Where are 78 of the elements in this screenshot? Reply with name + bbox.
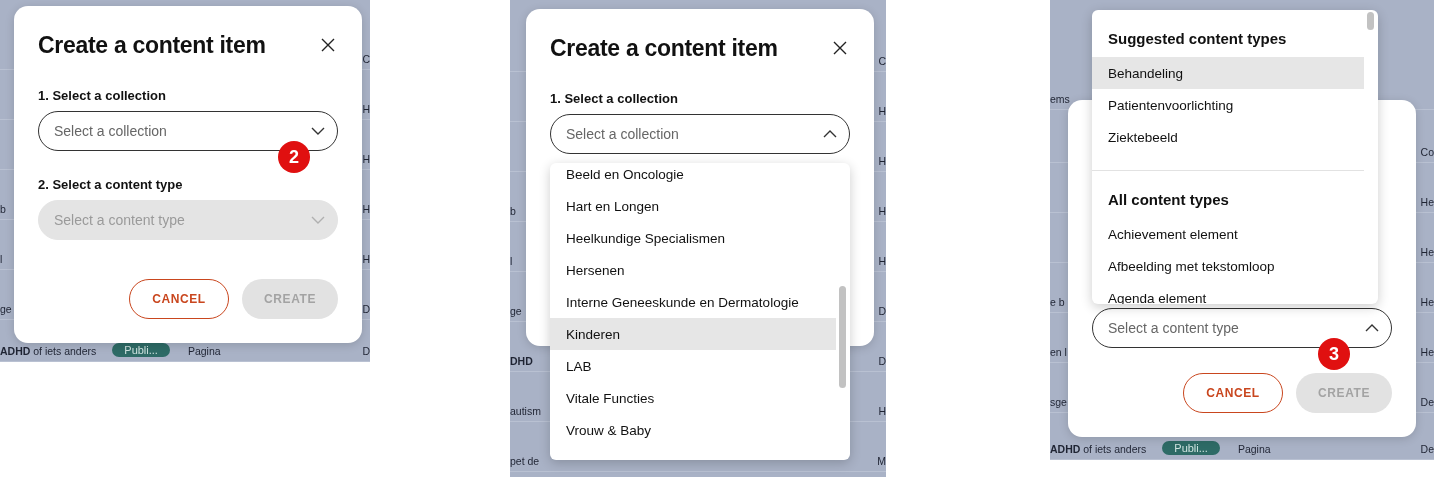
select-field[interactable]: Select a content type — [1092, 308, 1392, 348]
table-cell: He — [1420, 246, 1434, 258]
chevron-down-icon — [311, 127, 325, 135]
scrollbar-thumb[interactable] — [1367, 12, 1374, 30]
dropdown-option[interactable]: Patientenvoorlichting — [1092, 89, 1364, 121]
table-cell: D — [878, 305, 886, 317]
dropdown-option[interactable]: Hart en Longen — [550, 190, 836, 222]
table-cell: l — [510, 255, 513, 267]
chevron-down-icon — [311, 216, 325, 224]
field-label: 2. Select a content type — [38, 177, 184, 192]
table-cell: De — [1420, 443, 1434, 455]
dropdown-option[interactable]: LAB — [550, 350, 836, 382]
table-cell: ems — [1050, 93, 1070, 105]
table-cell: ge — [0, 303, 12, 315]
dropdown-option[interactable]: Hersenen — [550, 254, 836, 286]
dropdown-option[interactable]: Heelkundige Specialismen — [550, 222, 836, 254]
table-cell: C — [878, 55, 886, 67]
status-badge: Publi... — [1162, 441, 1220, 455]
table-cell: H — [878, 105, 886, 117]
table-cell: e b — [1050, 296, 1065, 308]
table-cell: D — [362, 303, 370, 315]
dialog-title: Create a content item — [38, 31, 266, 59]
table-cell: b — [510, 205, 516, 217]
step-badge: 3 — [1318, 338, 1350, 370]
table-cell: C — [362, 53, 370, 65]
table-cell: l — [0, 253, 3, 265]
table-cell: D — [878, 355, 886, 367]
dropdown-option[interactable]: Kinderen — [550, 318, 836, 350]
select-field[interactable]: Select a collection — [550, 114, 850, 154]
table-cell: autism — [510, 405, 541, 417]
dropdown-option[interactable]: Achievement element — [1092, 218, 1364, 250]
chevron-up-icon — [823, 130, 837, 138]
dropdown-option[interactable]: Beeld en Oncologie — [550, 163, 836, 190]
select-field[interactable]: Select a collection — [38, 111, 338, 151]
dropdown-option[interactable]: Behandeling — [1092, 57, 1364, 89]
close-icon — [321, 38, 335, 52]
table-cell: sge — [1050, 396, 1067, 408]
table-cell: H — [362, 103, 370, 115]
table-cell: M — [877, 455, 886, 467]
table-cell: H — [878, 255, 886, 267]
table-cell: He — [1420, 296, 1434, 308]
dropdown-option[interactable]: Ziektebeeld — [1092, 121, 1364, 153]
table-cell: ADHD of iets anders — [1050, 443, 1147, 455]
table-cell: en l — [1050, 346, 1067, 358]
scrollbar-thumb[interactable] — [839, 286, 846, 388]
table-cell: ADHD of iets anders — [0, 345, 97, 357]
dropdown-option[interactable]: Vitale Functies — [550, 382, 836, 414]
table-cell: He — [1420, 196, 1434, 208]
table-cell: Pagina — [187, 345, 221, 357]
chevron-up-icon — [1365, 324, 1379, 332]
table-cell: DHD — [510, 355, 533, 367]
table-cell: H — [878, 405, 886, 417]
status-badge: Publi... — [112, 343, 170, 357]
step-badge: 2 — [278, 141, 310, 173]
dialog-title: Create a content item — [550, 34, 778, 62]
table-cell: H — [878, 155, 886, 167]
table-cell: pet de — [510, 455, 540, 467]
table-cell: H — [878, 205, 886, 217]
cancel-button[interactable]: CANCEL — [1183, 373, 1283, 413]
dropdown-option[interactable]: Afbeelding met tekstomloop — [1092, 250, 1364, 282]
close-icon — [833, 41, 847, 55]
group-heading: Suggested content types — [1107, 28, 1288, 49]
field-label: 1. Select a collection — [550, 91, 679, 106]
table-cell: H — [362, 153, 370, 165]
table-cell: Pagina — [1237, 443, 1271, 455]
table-cell: D — [362, 345, 370, 357]
table-cell: He — [1420, 346, 1434, 358]
table-cell: ge — [510, 305, 522, 317]
cancel-button[interactable]: CANCEL — [129, 279, 229, 319]
table-cell: H — [362, 203, 370, 215]
table-cell: H — [362, 253, 370, 265]
table-cell: Co — [1420, 146, 1434, 158]
dropdown-option[interactable]: Interne Geneeskunde en Dermatologie — [550, 286, 836, 318]
group-heading: All content types — [1107, 189, 1230, 210]
table-cell: b — [0, 203, 6, 215]
field-label: 1. Select a collection — [38, 88, 167, 103]
dropdown-option[interactable]: Vrouw & Baby — [550, 414, 836, 446]
table-cell: De — [1420, 396, 1434, 408]
